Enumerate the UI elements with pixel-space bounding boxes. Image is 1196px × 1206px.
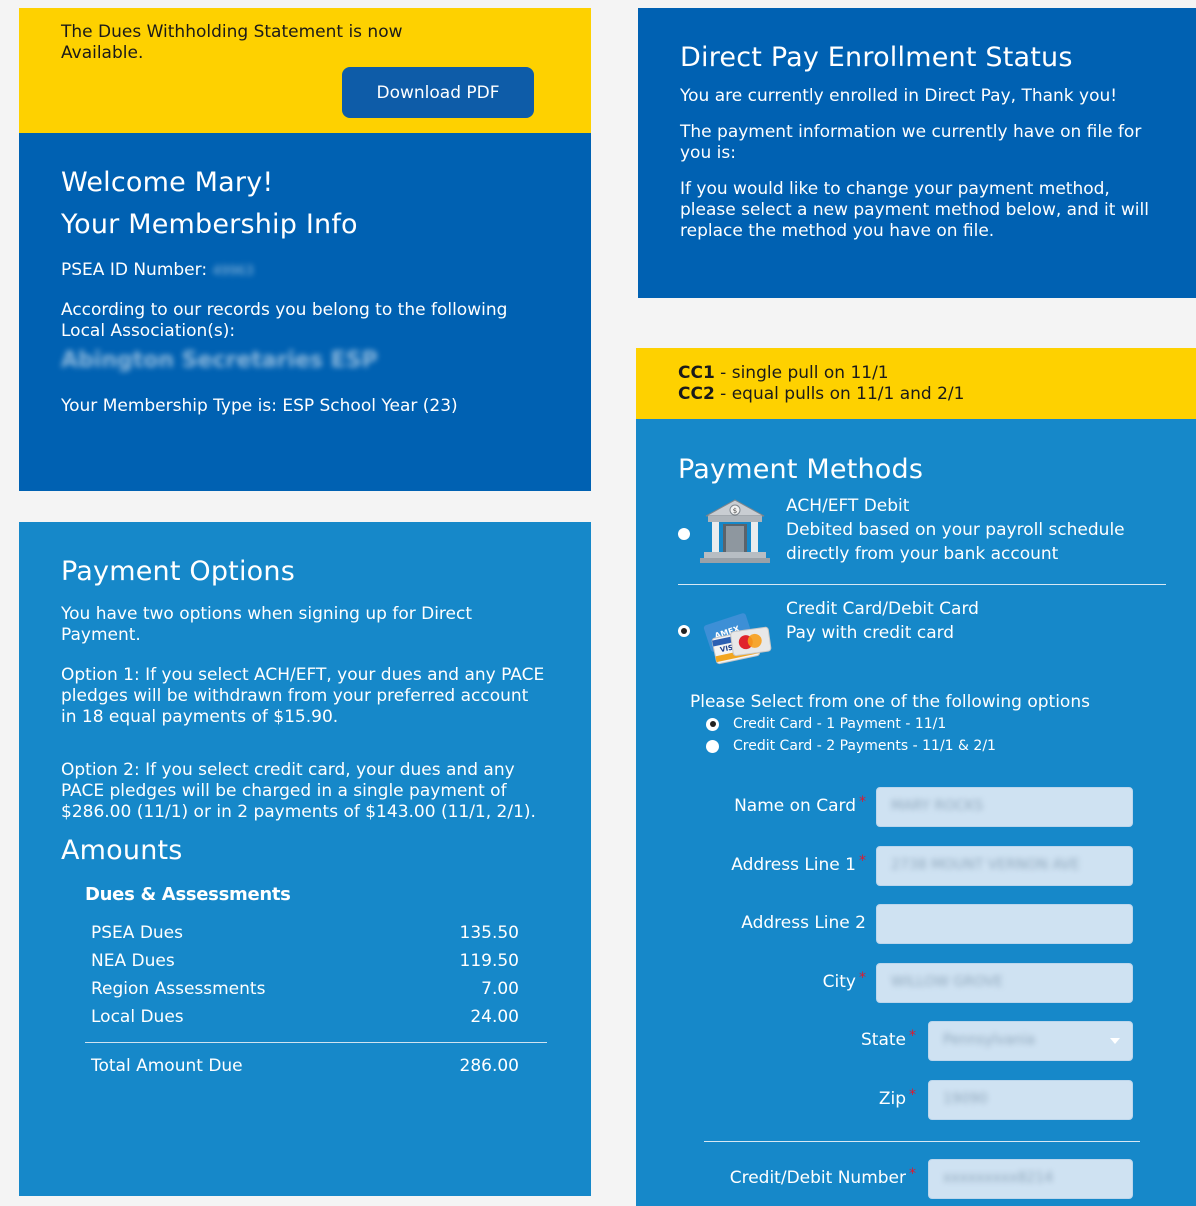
form-divider xyxy=(704,1141,1140,1142)
amount-label: NEA Dues xyxy=(91,950,175,971)
amount-label: Local Dues xyxy=(91,1006,184,1027)
zip-label: Zip * xyxy=(878,1087,916,1109)
card-number-input[interactable]: xxxxxxxxx8214 xyxy=(928,1159,1133,1199)
address-line-2-input[interactable] xyxy=(876,904,1133,944)
credit-card-text: Credit Card/Debit Card Pay with credit c… xyxy=(786,597,979,645)
cc2-text: - equal pulls on 11/1 and 2/1 xyxy=(714,384,965,404)
total-value: 286.00 xyxy=(459,1055,519,1076)
payment-methods-heading: Payment Methods xyxy=(678,454,924,485)
payment-methods-panel: Payment Methods $ ACH/EFT Debit Debited … xyxy=(636,419,1196,1206)
amounts-heading: Amounts xyxy=(61,835,183,867)
city-label: City * xyxy=(822,970,866,992)
membership-info-panel: Welcome Mary! Your Membership Info PSEA … xyxy=(19,133,591,491)
statement-notice: The Dues Withholding Statement is now Av… xyxy=(19,8,591,133)
city-field: City * WILLOW GROVE xyxy=(636,963,1196,1003)
option-one-payment-label: Credit Card - 1 Payment - 11/1 xyxy=(733,716,947,733)
enrollment-line-3: If you would like to change your payment… xyxy=(680,179,1149,242)
zip-input[interactable]: 19090 xyxy=(928,1080,1133,1120)
state-field: State * Pennsylvania xyxy=(636,1021,1196,1061)
card-number-label: Credit/Debit Number * xyxy=(729,1166,916,1188)
svg-text:$: $ xyxy=(733,507,737,515)
credit-card-desc: Pay with credit card xyxy=(786,623,955,644)
bank-icon: $ xyxy=(700,499,770,564)
name-on-card-input[interactable]: MARY ROCKS xyxy=(876,787,1133,827)
membership-type: Your Membership Type is: ESP School Year… xyxy=(61,395,458,416)
amount-row: PSEA Dues 135.50 xyxy=(91,919,519,947)
psea-id-value: 49963 xyxy=(212,263,254,279)
enrollment-line-2: The payment information we currently hav… xyxy=(680,122,1142,164)
total-row: Total Amount Due 286.00 xyxy=(91,1052,519,1080)
option-two-payments-radio[interactable] xyxy=(706,739,719,753)
records-text: According to our records you belong to t… xyxy=(61,299,508,341)
payment-options-heading: Payment Options xyxy=(61,556,295,587)
state-select[interactable]: Pennsylvania xyxy=(928,1021,1133,1061)
credit-card-title: Credit Card/Debit Card xyxy=(786,599,979,620)
download-pdf-button[interactable]: Download PDF xyxy=(342,67,534,118)
enrollment-line-1: You are currently enrolled in Direct Pay… xyxy=(680,86,1118,107)
city-input[interactable]: WILLOW GROVE xyxy=(876,963,1133,1003)
amounts-divider xyxy=(85,1041,547,1043)
method-ach[interactable]: $ ACH/EFT Debit Debited based on your pa… xyxy=(678,494,1154,578)
ach-text: ACH/EFT Debit Debited based on your payr… xyxy=(786,494,1125,566)
cc2-line: CC2 - equal pulls on 11/1 and 2/1 xyxy=(678,384,1154,405)
address-line-1-input[interactable]: 2738 MOUNT VERNON AVE xyxy=(876,846,1133,886)
option-one-payment-radio[interactable] xyxy=(706,717,719,731)
options-prompt: Please Select from one of the following … xyxy=(690,692,1090,713)
card-number-field: Credit/Debit Number * xxxxxxxxx8214 xyxy=(636,1159,1196,1199)
local-association-value: Abington Secretaries ESP xyxy=(61,347,378,373)
ach-desc-2: directly from your bank account xyxy=(786,544,1059,565)
credit-cards-icon: AMEX VISA xyxy=(703,613,772,665)
enrollment-heading: Direct Pay Enrollment Status xyxy=(680,42,1073,73)
amount-value: 7.00 xyxy=(481,978,519,999)
ach-desc-1: Debited based on your payroll schedule xyxy=(786,520,1125,541)
psea-id-label: PSEA ID Number: xyxy=(61,259,208,280)
address-line-1-label: Address Line 1 * xyxy=(731,853,866,875)
address-line-2-label: Address Line 2 xyxy=(741,913,866,933)
local-association: Abington Secretaries ESP xyxy=(61,348,549,378)
cc1-text: - single pull on 11/1 xyxy=(714,363,889,383)
membership-info-heading: Your Membership Info xyxy=(61,209,358,241)
payment-options-panel: Payment Options You have two options whe… xyxy=(19,522,591,1196)
cc1-line: CC1 - single pull on 11/1 xyxy=(678,363,1154,384)
amount-row: Region Assessments 7.00 xyxy=(91,975,519,1003)
address-line-2-field: Address Line 2 xyxy=(636,904,1196,944)
psea-id-row: PSEA ID Number: 49963 xyxy=(61,260,549,282)
option-two-payments[interactable]: Credit Card - 2 Payments - 11/1 & 2/1 xyxy=(706,735,1154,757)
option-two-payments-label: Credit Card - 2 Payments - 11/1 & 2/1 xyxy=(733,738,996,755)
amount-value: 135.50 xyxy=(459,922,519,943)
ach-title: ACH/EFT Debit xyxy=(786,496,910,517)
total-label: Total Amount Due xyxy=(91,1055,243,1076)
amount-label: PSEA Dues xyxy=(91,922,183,943)
payment-option-2: Option 2: If you select credit card, you… xyxy=(61,760,536,823)
welcome-heading: Welcome Mary! xyxy=(61,167,274,198)
amount-value: 119.50 xyxy=(459,950,519,971)
enrollment-status-panel: Direct Pay Enrollment Status You are cur… xyxy=(638,8,1196,298)
statement-notice-text: The Dues Withholding Statement is now Av… xyxy=(61,22,403,63)
method-credit-card[interactable]: AMEX VISA Credit Card/Debit Card Pay wit… xyxy=(678,597,1154,677)
amount-value: 24.00 xyxy=(470,1006,519,1027)
dues-assessments-heading: Dues & Assessments xyxy=(85,883,291,905)
cc1-code: CC1 xyxy=(678,363,715,383)
payment-option-1: Option 1: If you select ACH/EFT, your du… xyxy=(61,665,545,728)
amount-label: Region Assessments xyxy=(91,978,266,999)
methods-divider xyxy=(678,584,1166,586)
amount-row: Local Dues 24.00 xyxy=(91,1003,519,1031)
chevron-down-icon xyxy=(1110,1038,1120,1044)
state-label: State * xyxy=(861,1028,916,1050)
payment-options-intro: You have two options when signing up for… xyxy=(61,604,473,646)
cc2-code: CC2 xyxy=(678,384,715,404)
name-on-card-label: Name on Card * xyxy=(734,794,866,816)
amount-row: NEA Dues 119.50 xyxy=(91,947,519,975)
credit-card-radio[interactable] xyxy=(678,625,690,638)
cc-legend: CC1 - single pull on 11/1 CC2 - equal pu… xyxy=(636,348,1196,419)
option-one-payment[interactable]: Credit Card - 1 Payment - 11/1 xyxy=(706,713,1154,735)
address-line-1-field: Address Line 1 * 2738 MOUNT VERNON AVE xyxy=(636,846,1196,886)
zip-field: Zip * 19090 xyxy=(636,1080,1196,1120)
name-on-card-field: Name on Card * MARY ROCKS xyxy=(636,787,1196,827)
ach-radio[interactable] xyxy=(678,528,690,541)
